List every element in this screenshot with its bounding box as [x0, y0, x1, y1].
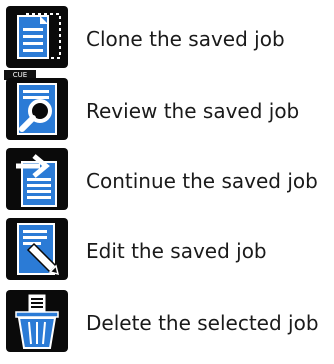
delete-label: Delete the selected job [86, 311, 319, 335]
legend-row-continue: Continue the saved job [0, 148, 334, 214]
legend-row-review: Review the saved job [0, 78, 334, 144]
legend-row-edit: Edit the saved job [0, 218, 334, 284]
saved-job-actions-legend: Clone the saved job CUE Review the saved… [0, 0, 334, 364]
clone-label: Clone the saved job [86, 27, 285, 51]
continue-label: Continue the saved job [86, 169, 318, 193]
review-label: Review the saved job [86, 99, 300, 123]
edit-icon[interactable] [6, 218, 68, 280]
continue-icon[interactable] [6, 148, 68, 210]
clone-icon[interactable] [6, 6, 68, 68]
review-icon[interactable] [6, 78, 68, 140]
delete-icon[interactable] [6, 290, 68, 352]
legend-row-delete: Delete the selected job [0, 290, 334, 356]
edit-label: Edit the saved job [86, 239, 267, 263]
legend-row-clone: Clone the saved job [0, 6, 334, 72]
